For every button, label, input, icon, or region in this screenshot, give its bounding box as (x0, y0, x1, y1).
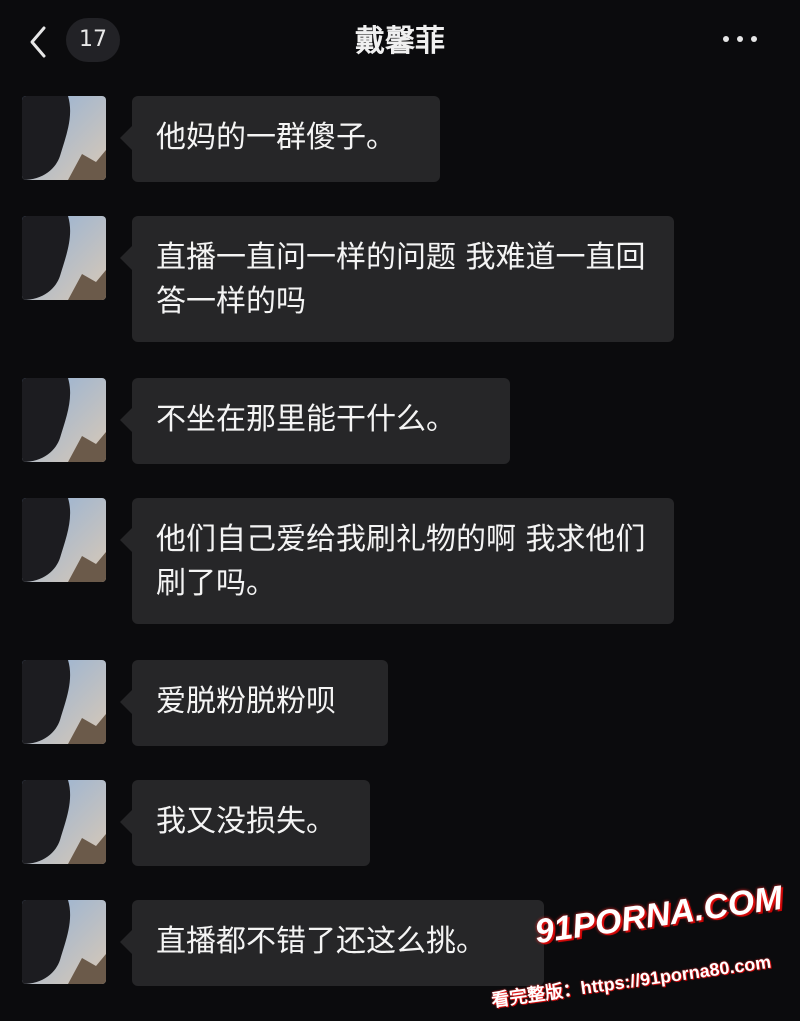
chat-title: 戴馨菲 (355, 24, 445, 59)
watermark: 91PORNA.COM 看完整版：https://91porna80.com (490, 879, 790, 1011)
back-button[interactable] (24, 22, 54, 62)
avatar[interactable] (22, 216, 106, 300)
avatar-image (22, 660, 106, 744)
chat-header: 17 戴馨菲 (0, 0, 800, 84)
message-bubble[interactable]: 他妈的一群傻子。 (120, 96, 440, 182)
avatar[interactable] (22, 378, 106, 462)
avatar[interactable] (22, 498, 106, 582)
avatar[interactable] (22, 780, 106, 864)
watermark-url: 看完整版：https://91porna80.com (490, 951, 773, 1011)
message-bubble[interactable]: 我又没损失。 (120, 780, 370, 866)
avatar-image (22, 378, 106, 462)
message-bubble[interactable]: 爱脱粉脱粉呗 (120, 660, 388, 746)
message-bubble[interactable]: 不坐在那里能干什么。 (120, 378, 510, 464)
watermark-logo: 91PORNA.COM (532, 878, 785, 952)
avatar-image (22, 498, 106, 582)
avatar-image (22, 96, 106, 180)
message-bubble[interactable]: 他们自己爱给我刷礼物的啊 我求他们刷了吗。 (120, 498, 674, 624)
avatar[interactable] (22, 96, 106, 180)
chevron-left-icon (30, 26, 46, 58)
more-button[interactable] (718, 24, 762, 54)
avatar-image (22, 900, 106, 984)
more-horizontal-icon (723, 36, 757, 42)
avatar[interactable] (22, 900, 106, 984)
avatar[interactable] (22, 660, 106, 744)
avatar-image (22, 216, 106, 300)
message-bubble[interactable]: 直播都不错了还这么挑。 (120, 900, 544, 986)
avatar-image (22, 780, 106, 864)
unread-count-badge[interactable]: 17 (66, 18, 120, 62)
message-bubble[interactable]: 直播一直问一样的问题 我难道一直回答一样的吗 (120, 216, 674, 342)
